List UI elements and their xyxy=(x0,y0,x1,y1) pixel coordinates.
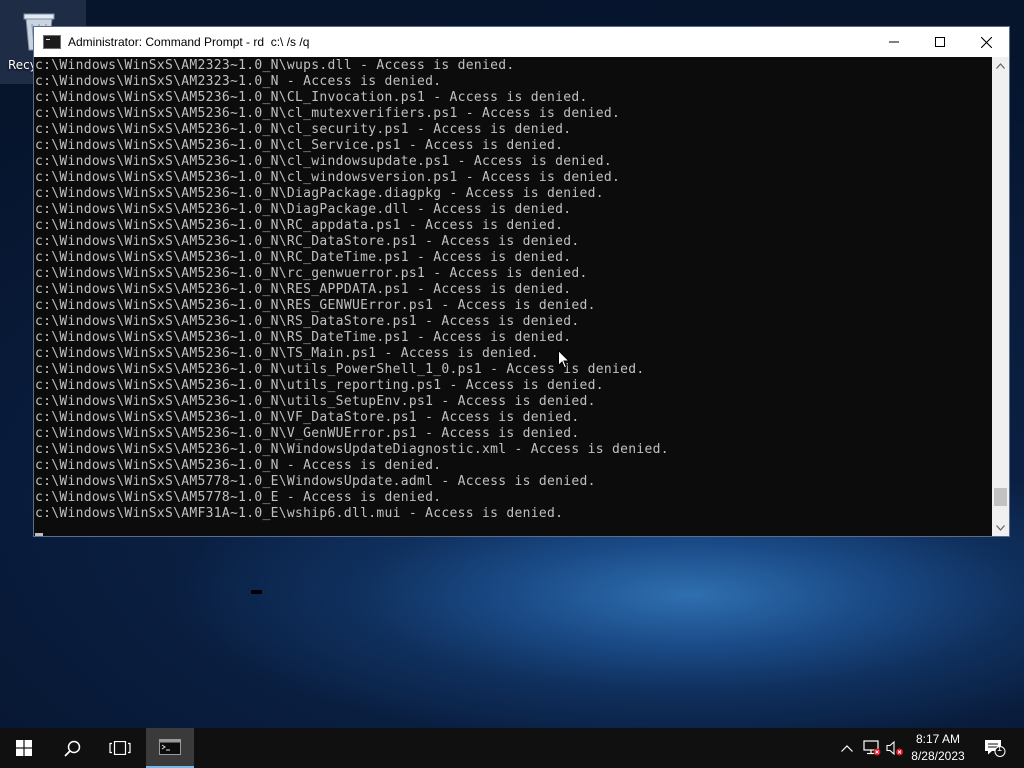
console-line: c:\Windows\WinSxS\AM5778~1.0_E\WindowsUp… xyxy=(35,474,596,489)
console-line: c:\Windows\WinSxS\AM5236~1.0_N\RC_DateTi… xyxy=(35,250,572,265)
console-line: c:\Windows\WinSxS\AM5778~1.0_E - Access … xyxy=(35,490,442,505)
console-line: c:\Windows\WinSxS\AM5236~1.0_N\DiagPacka… xyxy=(35,202,572,217)
notification-icon xyxy=(985,740,1006,757)
desktop-artifact xyxy=(251,590,262,594)
search-button[interactable] xyxy=(48,728,96,768)
taskbar-clock[interactable]: 8:17 AM 8/28/2023 xyxy=(905,731,971,765)
console-line: c:\Windows\WinSxS\AM5236~1.0_N\cl_securi… xyxy=(35,122,572,137)
console-line: c:\Windows\WinSxS\AM5236~1.0_N\RES_GENWU… xyxy=(35,298,596,313)
console-line: c:\Windows\WinSxS\AM5236~1.0_N\TS_Main.p… xyxy=(35,346,539,361)
command-prompt-window[interactable]: Administrator: Command Prompt - rd c:\ /… xyxy=(33,26,1010,537)
console-line: c:\Windows\WinSxS\AM5236~1.0_N\cl_window… xyxy=(35,154,612,169)
command-prompt-icon xyxy=(43,35,61,49)
console-line: c:\Windows\WinSxS\AM2323~1.0_N\wups.dll … xyxy=(35,58,515,73)
console-line: c:\Windows\WinSxS\AM5236~1.0_N\RC_DataSt… xyxy=(35,234,580,249)
console-line: c:\Windows\WinSxS\AM5236~1.0_N\utils_rep… xyxy=(35,378,604,393)
maximize-button[interactable] xyxy=(917,27,963,57)
console-line: c:\Windows\WinSxS\AM5236~1.0_N\WindowsUp… xyxy=(35,442,669,457)
window-controls xyxy=(871,27,1009,57)
console-line: c:\Windows\WinSxS\AM5236~1.0_N\V_GenWUEr… xyxy=(35,426,580,441)
console-line: c:\Windows\WinSxS\AM5236~1.0_N\CL_Invoca… xyxy=(35,90,588,105)
start-icon xyxy=(16,740,32,756)
window-title: Administrator: Command Prompt - rd c:\ /… xyxy=(68,35,310,49)
clock-time: 8:17 AM xyxy=(915,732,961,746)
console-line: c:\Windows\WinSxS\AM2323~1.0_N - Access … xyxy=(35,74,442,89)
console-line: c:\Windows\WinSxS\AMF31A~1.0_E\wship6.dl… xyxy=(35,506,564,521)
taskbar: 8:17 AM 8/28/2023 1 xyxy=(0,728,1024,768)
network-button[interactable] xyxy=(860,728,884,768)
command-prompt-icon xyxy=(159,739,181,755)
console-line: c:\Windows\WinSxS\AM5236~1.0_N\RS_DataSt… xyxy=(35,314,580,329)
chevron-up-icon xyxy=(841,744,853,752)
action-center-button[interactable]: 1 xyxy=(978,728,1012,768)
vertical-scrollbar[interactable] xyxy=(992,57,1009,536)
window-titlebar[interactable]: Administrator: Command Prompt - rd c:\ /… xyxy=(34,27,1009,57)
scroll-up-button[interactable] xyxy=(992,57,1009,74)
chevron-down-icon xyxy=(996,524,1005,531)
console-line: c:\Windows\WinSxS\AM5236~1.0_N\utils_Pow… xyxy=(35,362,645,377)
search-icon xyxy=(63,740,80,757)
start-button[interactable] xyxy=(0,728,48,768)
mouse-pointer-icon xyxy=(558,350,570,369)
chevron-up-icon xyxy=(996,62,1005,69)
show-hidden-icons-button[interactable] xyxy=(836,728,858,768)
close-icon xyxy=(980,36,992,48)
taskbar-command-prompt-button[interactable] xyxy=(146,728,194,768)
close-button[interactable] xyxy=(963,27,1009,57)
console-line: c:\Windows\WinSxS\AM5236~1.0_N\rc_genwue… xyxy=(35,266,588,281)
console-line: c:\Windows\WinSxS\AM5236~1.0_N\RES_APPDA… xyxy=(35,282,572,297)
console-line: c:\Windows\WinSxS\AM5236~1.0_N\cl_mutexv… xyxy=(35,106,621,121)
console-line: c:\Windows\WinSxS\AM5236~1.0_N - Access … xyxy=(35,458,442,473)
console-cursor xyxy=(35,533,43,536)
volume-button[interactable] xyxy=(884,728,906,768)
network-icon xyxy=(863,740,881,756)
console-line: c:\Windows\WinSxS\AM5236~1.0_N\cl_Servic… xyxy=(35,138,564,153)
scroll-thumb[interactable] xyxy=(994,488,1007,507)
console-line: c:\Windows\WinSxS\AM5236~1.0_N\DiagPacka… xyxy=(35,186,604,201)
volume-icon xyxy=(886,740,903,756)
clock-date: 8/28/2023 xyxy=(911,749,965,763)
console-line: c:\Windows\WinSxS\AM5236~1.0_N\RC_appdat… xyxy=(35,218,564,233)
task-view-button[interactable] xyxy=(96,728,144,768)
maximize-icon xyxy=(935,37,945,47)
notification-count-badge: 1 xyxy=(997,743,1003,753)
console-output[interactable]: c:\Windows\WinSxS\AM2323~1.0_N\wups.dll … xyxy=(34,57,992,536)
console-line: c:\Windows\WinSxS\AM5236~1.0_N\RS_DateTi… xyxy=(35,330,572,345)
scroll-down-button[interactable] xyxy=(992,519,1009,536)
console-line: c:\Windows\WinSxS\AM5236~1.0_N\utils_Set… xyxy=(35,394,596,409)
task-view-icon xyxy=(109,741,131,755)
console-line: c:\Windows\WinSxS\AM5236~1.0_N\VF_DataSt… xyxy=(35,410,580,425)
minimize-button[interactable] xyxy=(871,27,917,57)
console-line: c:\Windows\WinSxS\AM5236~1.0_N\cl_window… xyxy=(35,170,621,185)
minimize-icon xyxy=(889,41,899,43)
